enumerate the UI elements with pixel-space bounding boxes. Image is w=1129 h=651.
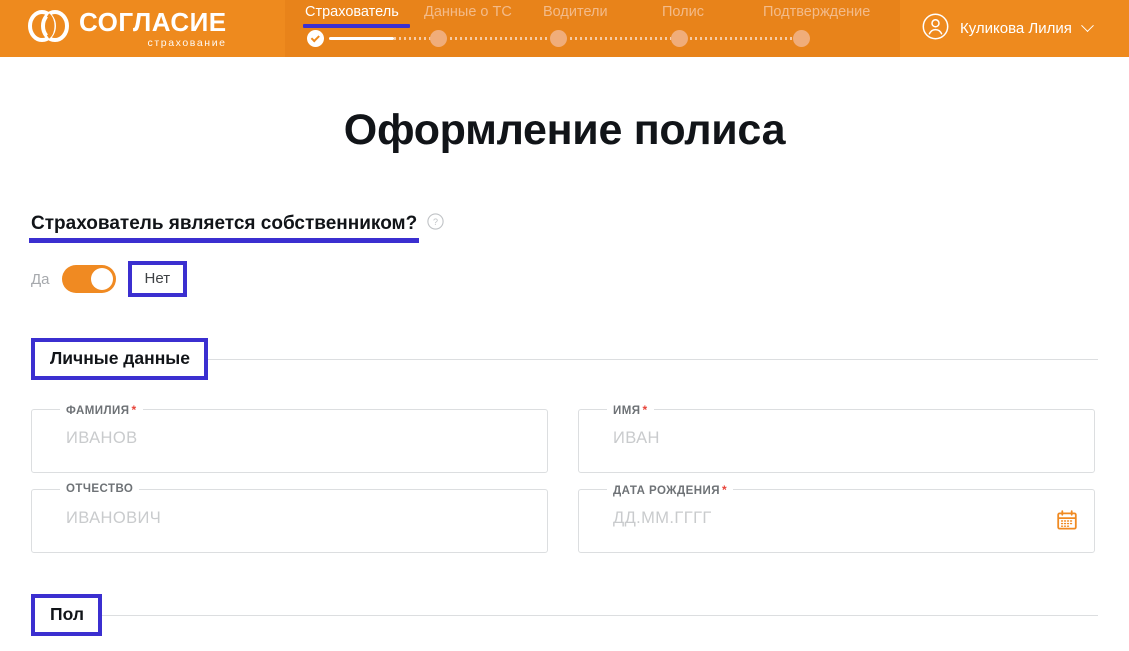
owner-option-no[interactable]: Нет — [145, 270, 171, 287]
step-dot-voditeli[interactable] — [550, 30, 567, 47]
section-divider-gender — [100, 614, 1098, 616]
brand-logo[interactable]: СОГЛАСИЕ страхование — [28, 9, 227, 49]
owner-toggle-switch[interactable] — [61, 265, 116, 293]
personal-section-header: Личные данные — [31, 338, 1098, 380]
question-mark-circle-icon[interactable]: ? — [427, 213, 444, 235]
calendar-icon[interactable] — [1057, 510, 1077, 535]
annotation-box-owner-no: Нет — [127, 261, 188, 297]
step-track — [285, 26, 900, 57]
step-label-polis[interactable]: Полис — [662, 4, 704, 20]
owner-toggle-row: Да Нет — [31, 261, 1098, 297]
brand-tagline: страхование — [147, 36, 227, 49]
gender-section-header: Пол — [31, 594, 1098, 636]
lastname-input[interactable] — [66, 429, 497, 448]
required-marker: * — [131, 403, 137, 417]
personal-form-grid: ФАМИЛИЯ* ИМЯ* ОТЧЕСТВО ДАТА РОЖДЕНИЯ* — [31, 403, 1098, 553]
step-label-strahovatel[interactable]: Страхователь — [305, 4, 399, 20]
connector-dotted-3 — [570, 37, 671, 40]
field-label-firstname: ИМЯ * — [607, 403, 654, 417]
connector-solid-1 — [329, 37, 394, 40]
owner-option-yes[interactable]: Да — [31, 271, 50, 288]
svg-text:?: ? — [433, 217, 438, 227]
field-birthdate[interactable]: ДАТА РОЖДЕНИЯ * — [578, 483, 1095, 553]
connector-dotted-2 — [450, 37, 550, 40]
required-marker: * — [721, 483, 728, 497]
gender-section-title: Пол — [50, 604, 84, 624]
middlename-input[interactable] — [66, 509, 497, 528]
field-lastname[interactable]: ФАМИЛИЯ * — [31, 403, 548, 473]
interlocking-rings-logo-icon — [28, 9, 70, 48]
annotation-box-gender-title: Пол — [31, 594, 102, 636]
annotation-underline-owner-question — [29, 237, 420, 243]
brand-name: СОГЛАСИЕ — [79, 6, 227, 37]
personal-section-title: Личные данные — [50, 348, 190, 368]
app-header: СОГЛАСИЕ страхование Страхователь Данные… — [0, 0, 1129, 57]
user-circle-icon — [922, 13, 949, 45]
logo-area[interactable]: СОГЛАСИЕ страхование — [0, 0, 285, 57]
field-firstname[interactable]: ИМЯ * — [578, 403, 1095, 473]
owner-toggle-knob — [90, 268, 113, 290]
birthdate-input[interactable] — [613, 509, 1044, 528]
field-label-lastname: ФАМИЛИЯ * — [60, 403, 143, 417]
user-menu[interactable]: Куликова Лилия — [922, 13, 1094, 45]
user-area[interactable]: Куликова Лилия — [900, 0, 1129, 57]
step-labels: Страхователь Данные о ТС Водители Полис … — [285, 0, 900, 28]
step-dot-dannye-o-ts[interactable] — [430, 30, 447, 47]
connector-dotted-1 — [394, 37, 431, 40]
page-title: Оформление полиса — [343, 106, 786, 154]
step-dot-strahovatel[interactable] — [307, 30, 324, 47]
field-label-middlename: ОТЧЕСТВО — [60, 483, 140, 495]
user-name: Куликова Лилия — [960, 20, 1072, 37]
owner-question-title-wrap: Страхователь является собственником? — [29, 212, 420, 243]
required-marker: * — [642, 403, 648, 417]
step-progress: Страхователь Данные о ТС Водители Полис … — [285, 0, 900, 57]
step-label-voditeli[interactable]: Водители — [543, 4, 608, 20]
step-label-dannye-o-ts[interactable]: Данные о ТС — [424, 4, 512, 20]
field-middlename[interactable]: ОТЧЕСТВО — [31, 483, 548, 553]
annotation-box-personal-title: Личные данные — [31, 338, 208, 380]
step-dot-podtverzhdenie[interactable] — [793, 30, 810, 47]
section-divider-personal — [206, 358, 1098, 360]
firstname-input[interactable] — [613, 429, 1044, 448]
step-dot-polis[interactable] — [671, 30, 688, 47]
chevron-down-icon[interactable] — [1081, 19, 1094, 33]
owner-question-row: Страхователь является собственником? ? — [29, 212, 1098, 243]
step-label-podtverzhdenie[interactable]: Подтверждение — [763, 4, 870, 20]
owner-question-title: Страхователь является собственником? — [31, 212, 418, 234]
connector-dotted-4 — [690, 37, 793, 40]
field-label-birthdate: ДАТА РОЖДЕНИЯ * — [607, 483, 734, 497]
main-content: Страхователь является собственником? ? Д… — [0, 212, 1129, 651]
